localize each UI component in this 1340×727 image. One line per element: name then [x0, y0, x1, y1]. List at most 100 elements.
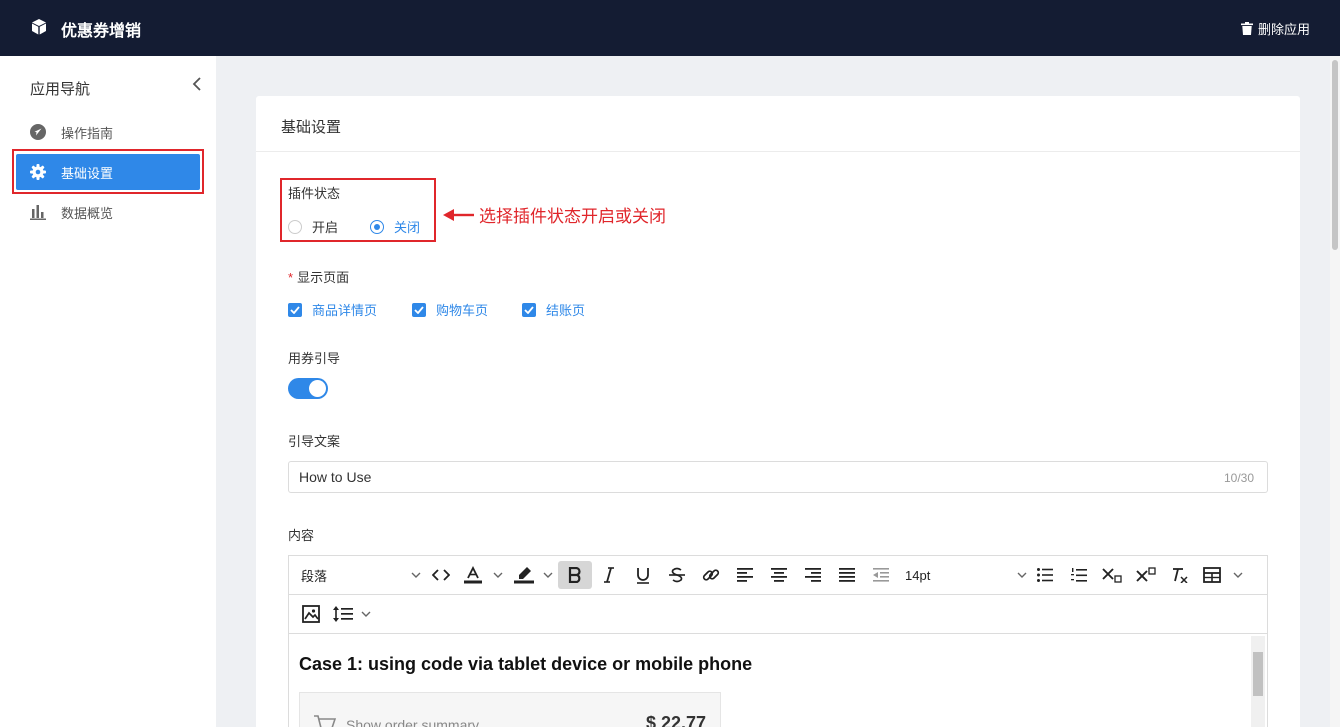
strikethrough-icon [669, 567, 685, 583]
highlight-color-dropdown[interactable] [541, 561, 555, 589]
checkmark-icon [412, 302, 426, 317]
page-scrollbar[interactable] [1330, 56, 1340, 727]
sidebar-item-basic-settings[interactable]: 基础设置 [16, 154, 200, 190]
delete-app-button[interactable]: 删除应用 [1240, 19, 1310, 38]
text-color-icon [464, 566, 482, 584]
highlight-color-button[interactable] [513, 561, 535, 589]
checkbox-product-page[interactable]: 商品详情页 [288, 300, 377, 319]
code-icon [432, 569, 450, 581]
editor-scrollbar[interactable] [1251, 636, 1265, 727]
align-center-icon [771, 568, 787, 582]
trash-icon [1240, 22, 1253, 35]
subscript-icon [1102, 568, 1122, 583]
sidebar-item-guide[interactable]: 操作指南 [16, 114, 200, 150]
order-summary-text: Show order summary [346, 717, 480, 727]
card-title: 基础设置 [281, 119, 342, 136]
superscript-button[interactable] [1135, 561, 1157, 589]
line-height-button[interactable] [333, 600, 371, 628]
highlighter-icon [514, 567, 534, 584]
chevron-down-icon [543, 572, 553, 578]
outdent-icon [873, 568, 889, 582]
italic-button[interactable] [599, 561, 619, 589]
align-justify-button[interactable] [837, 561, 857, 589]
checkbox-label: 商品详情页 [312, 303, 378, 318]
superscript-icon [1136, 567, 1156, 582]
align-left-button[interactable] [735, 561, 755, 589]
app-title: 优惠券增销 [61, 23, 142, 40]
text-color-dropdown[interactable] [491, 561, 505, 589]
sidebar-title: 应用导航 [30, 81, 91, 98]
navigation-arrow-icon [30, 124, 46, 140]
editor-toolbar-row-1: 段落 14pt [289, 556, 1267, 595]
checkbox-cart-page[interactable]: 购物车页 [412, 300, 488, 319]
bar-chart-icon [30, 204, 46, 220]
content-heading: Case 1: using code via tablet device or … [299, 654, 753, 674]
align-right-button[interactable] [803, 561, 823, 589]
clear-formatting-button[interactable] [1169, 561, 1191, 589]
arrow-left-icon [443, 208, 474, 221]
numbered-list-button[interactable] [1069, 561, 1089, 589]
insert-image-button[interactable] [301, 600, 321, 628]
radio-enable[interactable]: 开启 [288, 217, 338, 236]
radio-label: 关闭 [394, 220, 421, 235]
editor-toolbar-row-2 [289, 595, 1267, 634]
required-mark: * [288, 270, 294, 285]
bullet-list-button[interactable] [1035, 561, 1055, 589]
block-format-select[interactable]: 段落 [301, 561, 421, 589]
sidebar-item-label: 数据概览 [61, 205, 114, 221]
top-bar: 优惠券增销 删除应用 [0, 0, 1340, 56]
link-icon [702, 569, 720, 581]
checkbox-checkout-page[interactable]: 结账页 [522, 300, 585, 319]
chevron-down-icon [493, 572, 503, 578]
coupon-guide-toggle[interactable] [288, 378, 328, 399]
chevron-down-icon [1017, 572, 1027, 578]
sidebar-item-label: 操作指南 [61, 125, 114, 141]
strikethrough-button[interactable] [667, 561, 687, 589]
radio-circle [370, 219, 384, 234]
annotation-text: 选择插件状态开启或关闭 [479, 207, 666, 227]
align-left-icon [737, 568, 753, 582]
sidebar-item-label: 基础设置 [61, 165, 114, 181]
char-counter: 10/30 [1224, 471, 1255, 485]
bold-icon [568, 567, 581, 583]
checkbox-label: 购物车页 [436, 303, 489, 318]
display-pages-label: * 显示页面 [288, 267, 349, 286]
chevron-left-icon[interactable] [190, 76, 204, 92]
radio-circle [288, 219, 302, 234]
outdent-button[interactable] [871, 561, 891, 589]
sidebar: 应用导航 操作指南 基础设置 数据概览 [0, 56, 216, 727]
page-scroll-thumb[interactable] [1332, 60, 1338, 250]
font-size-select[interactable]: 14pt [905, 561, 1027, 589]
guide-text-label: 引导文案 [288, 434, 341, 449]
delete-app-label: 删除应用 [1257, 22, 1310, 37]
table-icon [1203, 567, 1221, 583]
underline-icon [637, 567, 649, 584]
bold-button[interactable] [558, 561, 592, 589]
link-button[interactable] [700, 561, 722, 589]
underline-button[interactable] [633, 561, 653, 589]
align-center-button[interactable] [769, 561, 789, 589]
checkmark-icon [522, 302, 536, 317]
toggle-knob [309, 380, 326, 397]
table-button[interactable] [1203, 561, 1243, 589]
radio-label: 开启 [312, 220, 339, 235]
font-size-value: 14pt [905, 567, 931, 583]
radio-disable[interactable]: 关闭 [370, 217, 420, 236]
text-color-button[interactable] [463, 561, 483, 589]
rich-text-editor: 段落 14pt Case 1: using code via tablet de… [288, 555, 1268, 727]
bullet-list-icon [1037, 568, 1053, 582]
display-pages-text: 显示页面 [297, 270, 350, 285]
subscript-button[interactable] [1101, 561, 1123, 589]
content-label: 内容 [288, 528, 315, 543]
checkbox-label: 结账页 [546, 303, 586, 318]
image-icon [302, 605, 320, 623]
sidebar-item-data-overview[interactable]: 数据概览 [16, 194, 200, 230]
editor-content[interactable]: Case 1: using code via tablet device or … [289, 634, 1267, 727]
align-justify-icon [839, 568, 855, 582]
cart-icon [314, 715, 336, 727]
code-button[interactable] [429, 561, 453, 589]
chevron-down-icon [1233, 572, 1243, 578]
line-height-icon [333, 606, 353, 622]
guide-text-input[interactable] [288, 461, 1268, 493]
editor-scroll-thumb[interactable] [1253, 652, 1263, 696]
